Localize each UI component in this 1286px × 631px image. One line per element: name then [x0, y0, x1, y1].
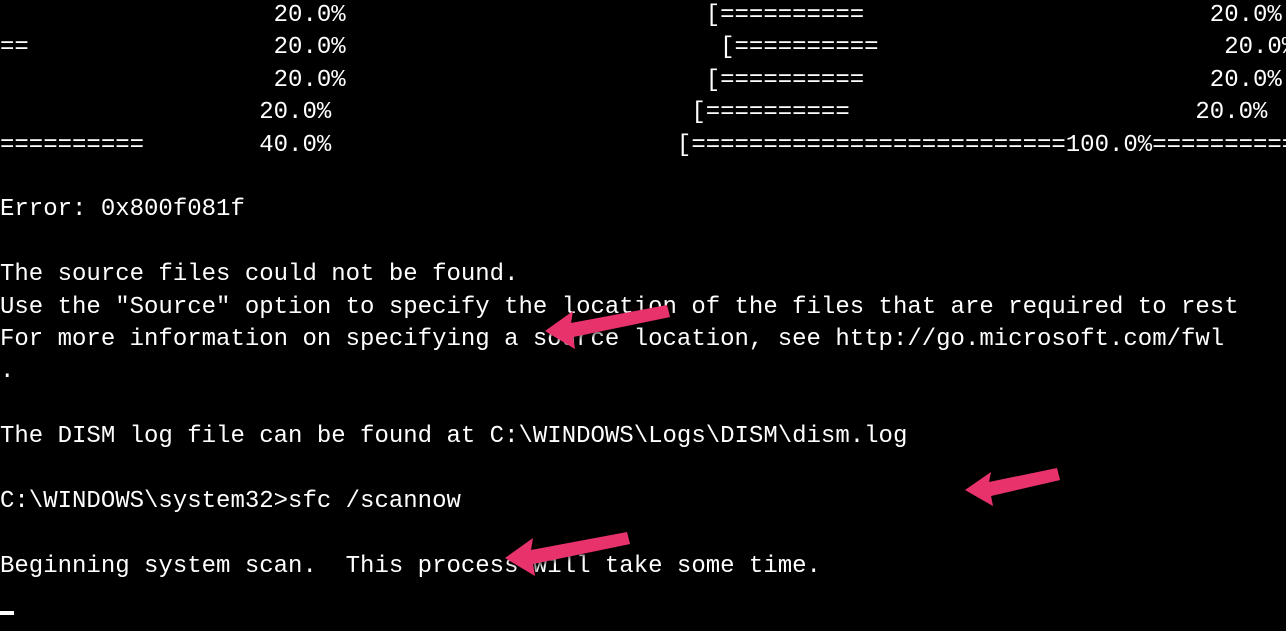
terminal-line: == 20.0% [========== 20.0% [0, 34, 1286, 61]
terminal-line: . [0, 358, 14, 385]
terminal-line: 20.0% [========== 20.0% [0, 2, 1282, 29]
terminal-line: 20.0% [========== 20.0% [0, 67, 1282, 94]
terminal-line: Use the "Source" option to specify the l… [0, 294, 1239, 321]
command-prompt-line: C:\WINDOWS\system32>sfc /scannow [0, 488, 461, 515]
source-not-found-line: The source files could not be found. [0, 261, 518, 288]
terminal-line: ========== 40.0% [======================… [0, 132, 1286, 159]
terminal-output[interactable]: 20.0% [========== 20.0% == 20.0% [======… [0, 0, 1286, 615]
terminal-line: For more information on specifying a sou… [0, 326, 1224, 353]
terminal-cursor [0, 611, 14, 615]
error-line: Error: 0x800f081f [0, 196, 245, 223]
dism-log-line: The DISM log file can be found at C:\WIN… [0, 423, 907, 450]
scan-begin-line: Beginning system scan. This process will… [0, 553, 821, 580]
terminal-line: 20.0% [========== 20.0% [0, 99, 1267, 126]
